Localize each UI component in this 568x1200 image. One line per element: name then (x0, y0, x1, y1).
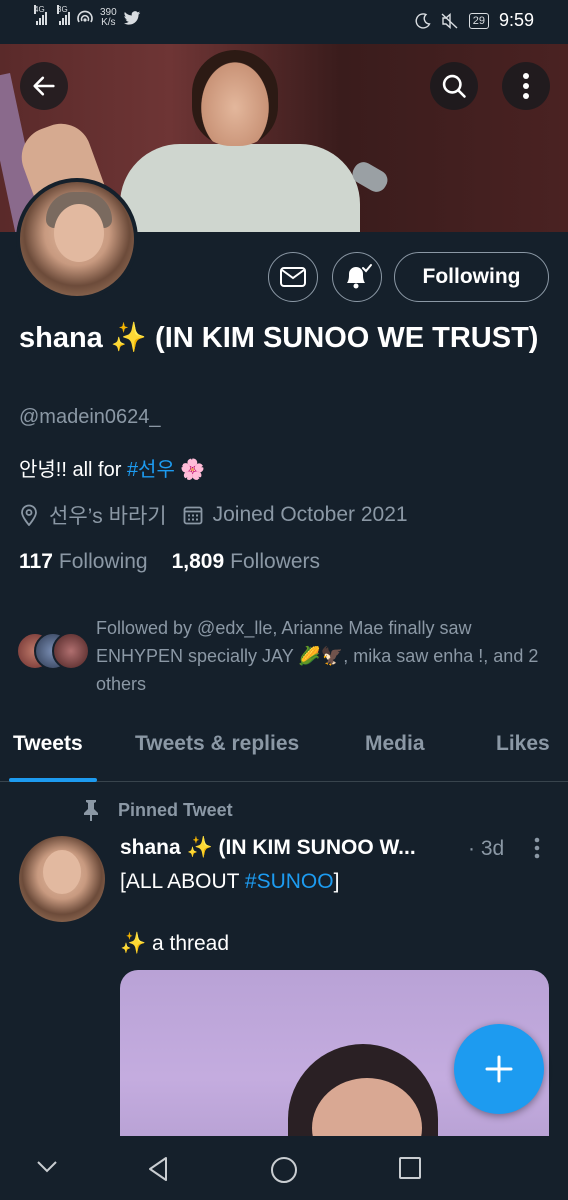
notifications-button[interactable] (332, 252, 382, 302)
envelope-icon (280, 267, 306, 287)
banner-decoration (120, 144, 360, 232)
profile-handle: @madein0624_ (19, 406, 161, 428)
battery-icon: 29 (468, 12, 489, 29)
avatar (52, 632, 90, 670)
tab-tweets[interactable]: Tweets (13, 732, 83, 756)
tweet-text-line: [ALL ABOUT #SUNOO] (120, 870, 340, 893)
signal-icon: 3G (57, 5, 70, 25)
clock: 9:59 (498, 10, 534, 30)
twitter-icon (123, 10, 140, 25)
tweet-text-line: ✨ a thread (120, 932, 230, 955)
profile-location: 선우’s 바라기 (49, 505, 167, 528)
following-count-link[interactable]: 117 Following (19, 550, 148, 574)
bell-check-icon (347, 264, 372, 289)
hashtag-link[interactable]: #SUNOO (245, 870, 334, 893)
calendar-icon (183, 506, 203, 525)
signal-icon: 4G (34, 5, 47, 25)
message-button[interactable] (268, 252, 318, 302)
pinned-tweet-label: Pinned Tweet (80, 798, 233, 822)
more-options-button[interactable] (502, 62, 550, 110)
location-pin-icon (21, 504, 37, 526)
tweet-author-name[interactable]: shana ✨ (IN KIM SUNOO W... (120, 836, 460, 860)
profile-tabs: Tweets Tweets & replies Media Likes (0, 720, 568, 782)
profile-avatar[interactable] (16, 178, 138, 300)
wifi-hotspot-icon (77, 10, 93, 23)
search-icon (442, 74, 466, 98)
chevron-down-icon[interactable] (36, 1160, 58, 1174)
pin-icon (84, 800, 98, 821)
tweet-timestamp: · 3d (468, 837, 505, 860)
search-button[interactable] (430, 62, 478, 110)
followers-count-link[interactable]: 1,809 Followers (172, 550, 320, 574)
mute-icon (441, 12, 458, 29)
recents-square-icon[interactable] (398, 1156, 422, 1180)
tab-likes[interactable]: Likes (496, 732, 550, 756)
tweet-more-icon[interactable] (527, 836, 547, 862)
profile-stats: 117 Following 1,809 Followers (19, 550, 344, 574)
back-button[interactable] (20, 62, 68, 110)
more-vertical-icon (523, 73, 529, 99)
profile-joined: Joined October 2021 (212, 503, 408, 526)
followed-by-avatars (16, 632, 94, 672)
tweet-author-avatar[interactable] (19, 836, 105, 922)
tab-media[interactable]: Media (365, 732, 425, 756)
profile-bio: 안녕!! all for #선우 🌸 (19, 459, 206, 481)
status-bar: 4G 3G 390 K/s 29 9:59 (0, 0, 568, 44)
profile-meta: 선우’s 바라기 Joined October 2021 (19, 500, 424, 530)
hashtag-link[interactable]: #선우 (127, 459, 175, 481)
moon-icon (415, 12, 431, 29)
active-tab-indicator (9, 778, 97, 782)
network-speed: 390 K/s (100, 7, 117, 28)
plus-icon (485, 1055, 513, 1083)
tab-tweets-and-replies[interactable]: Tweets & replies (135, 732, 299, 756)
profile-name: shana ✨ (IN KIM SUNOO WE TRUST) (19, 322, 539, 354)
home-circle-icon[interactable] (270, 1156, 298, 1184)
system-nav-bar (0, 1136, 568, 1200)
compose-tweet-button[interactable] (454, 1024, 544, 1114)
arrow-left-icon (33, 76, 55, 96)
back-triangle-icon[interactable] (146, 1156, 170, 1182)
banner-decoration (192, 50, 278, 146)
followed-by-text: Followed by @edx_lle, Arianne Mae finall… (96, 618, 539, 694)
following-button[interactable]: Following (394, 252, 549, 302)
